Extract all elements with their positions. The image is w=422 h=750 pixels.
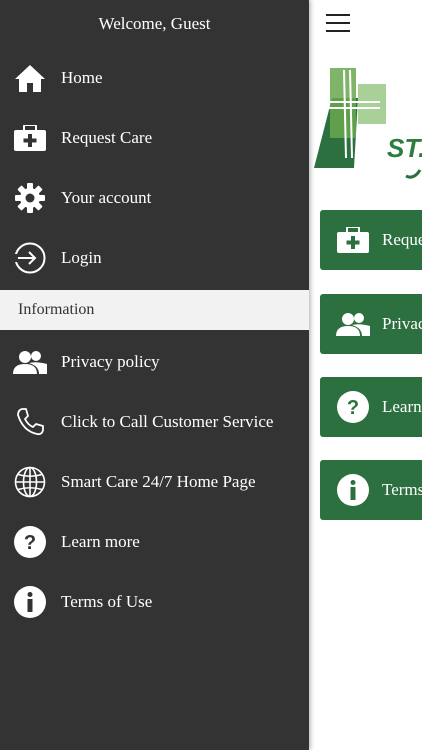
info-icon — [13, 585, 47, 619]
users-icon — [336, 307, 370, 341]
tile-terms[interactable]: Terms — [320, 460, 422, 520]
drawer-item-label: Login — [61, 248, 102, 267]
drawer-item-your-account[interactable]: Your account — [0, 168, 309, 228]
users-icon — [13, 345, 47, 379]
drawer-item-privacy-policy[interactable]: Privacy policy — [0, 332, 309, 392]
tile-label: Terms — [382, 480, 422, 499]
drawer-item-label: Click to Call Customer Service — [61, 412, 274, 431]
medical-kit-icon — [336, 223, 370, 257]
tile-request-care[interactable]: Reque — [320, 210, 422, 270]
drawer-item-label: Terms of Use — [61, 592, 153, 611]
drawer-item-request-care[interactable]: Request Care — [0, 108, 309, 168]
drawer-item-learn-more[interactable]: ? Learn more — [0, 512, 309, 572]
question-icon: ? — [13, 525, 47, 559]
tile-privacy[interactable]: Privac — [320, 294, 422, 354]
medical-kit-icon — [13, 121, 47, 155]
tile-label: Reque — [382, 230, 422, 249]
drawer-item-call-customer-service[interactable]: Click to Call Customer Service — [0, 392, 309, 452]
hamburger-menu-icon[interactable] — [326, 14, 350, 34]
tile-learn-more[interactable]: ? Learn — [320, 377, 422, 437]
svg-text:?: ? — [347, 397, 359, 419]
welcome-header: Welcome, Guest — [98, 14, 211, 33]
tile-label: Learn — [382, 397, 422, 416]
svg-text:?: ? — [24, 532, 36, 554]
gear-icon — [13, 181, 47, 215]
drawer-item-label: Request Care — [61, 128, 153, 147]
home-icon — [13, 61, 47, 95]
logo-text: ST. — [387, 133, 422, 163]
drawer-item-home[interactable]: Home — [0, 48, 309, 108]
drawer-item-label: Smart Care 24/7 Home Page — [61, 472, 256, 491]
tile-label: Privac — [382, 314, 422, 333]
drawer-item-terms-of-use[interactable]: Terms of Use — [0, 572, 309, 632]
navigation-drawer: Welcome, Guest Home Request Care Your ac… — [0, 0, 309, 750]
drawer-item-smart-care-home-page[interactable]: Smart Care 24/7 Home Page — [0, 452, 309, 512]
phone-icon — [13, 405, 47, 439]
drawer-item-label: Home — [61, 68, 103, 87]
section-header-information: Information — [0, 290, 309, 330]
drawer-item-label: Your account — [61, 188, 152, 207]
drawer-item-label: Learn more — [61, 532, 140, 551]
globe-icon — [13, 465, 47, 499]
login-icon — [13, 241, 47, 275]
info-icon — [336, 473, 370, 507]
hospital-logo — [314, 68, 422, 179]
drawer-item-login[interactable]: Login — [0, 228, 309, 288]
question-icon: ? — [336, 390, 370, 424]
drawer-item-label: Privacy policy — [61, 352, 160, 371]
